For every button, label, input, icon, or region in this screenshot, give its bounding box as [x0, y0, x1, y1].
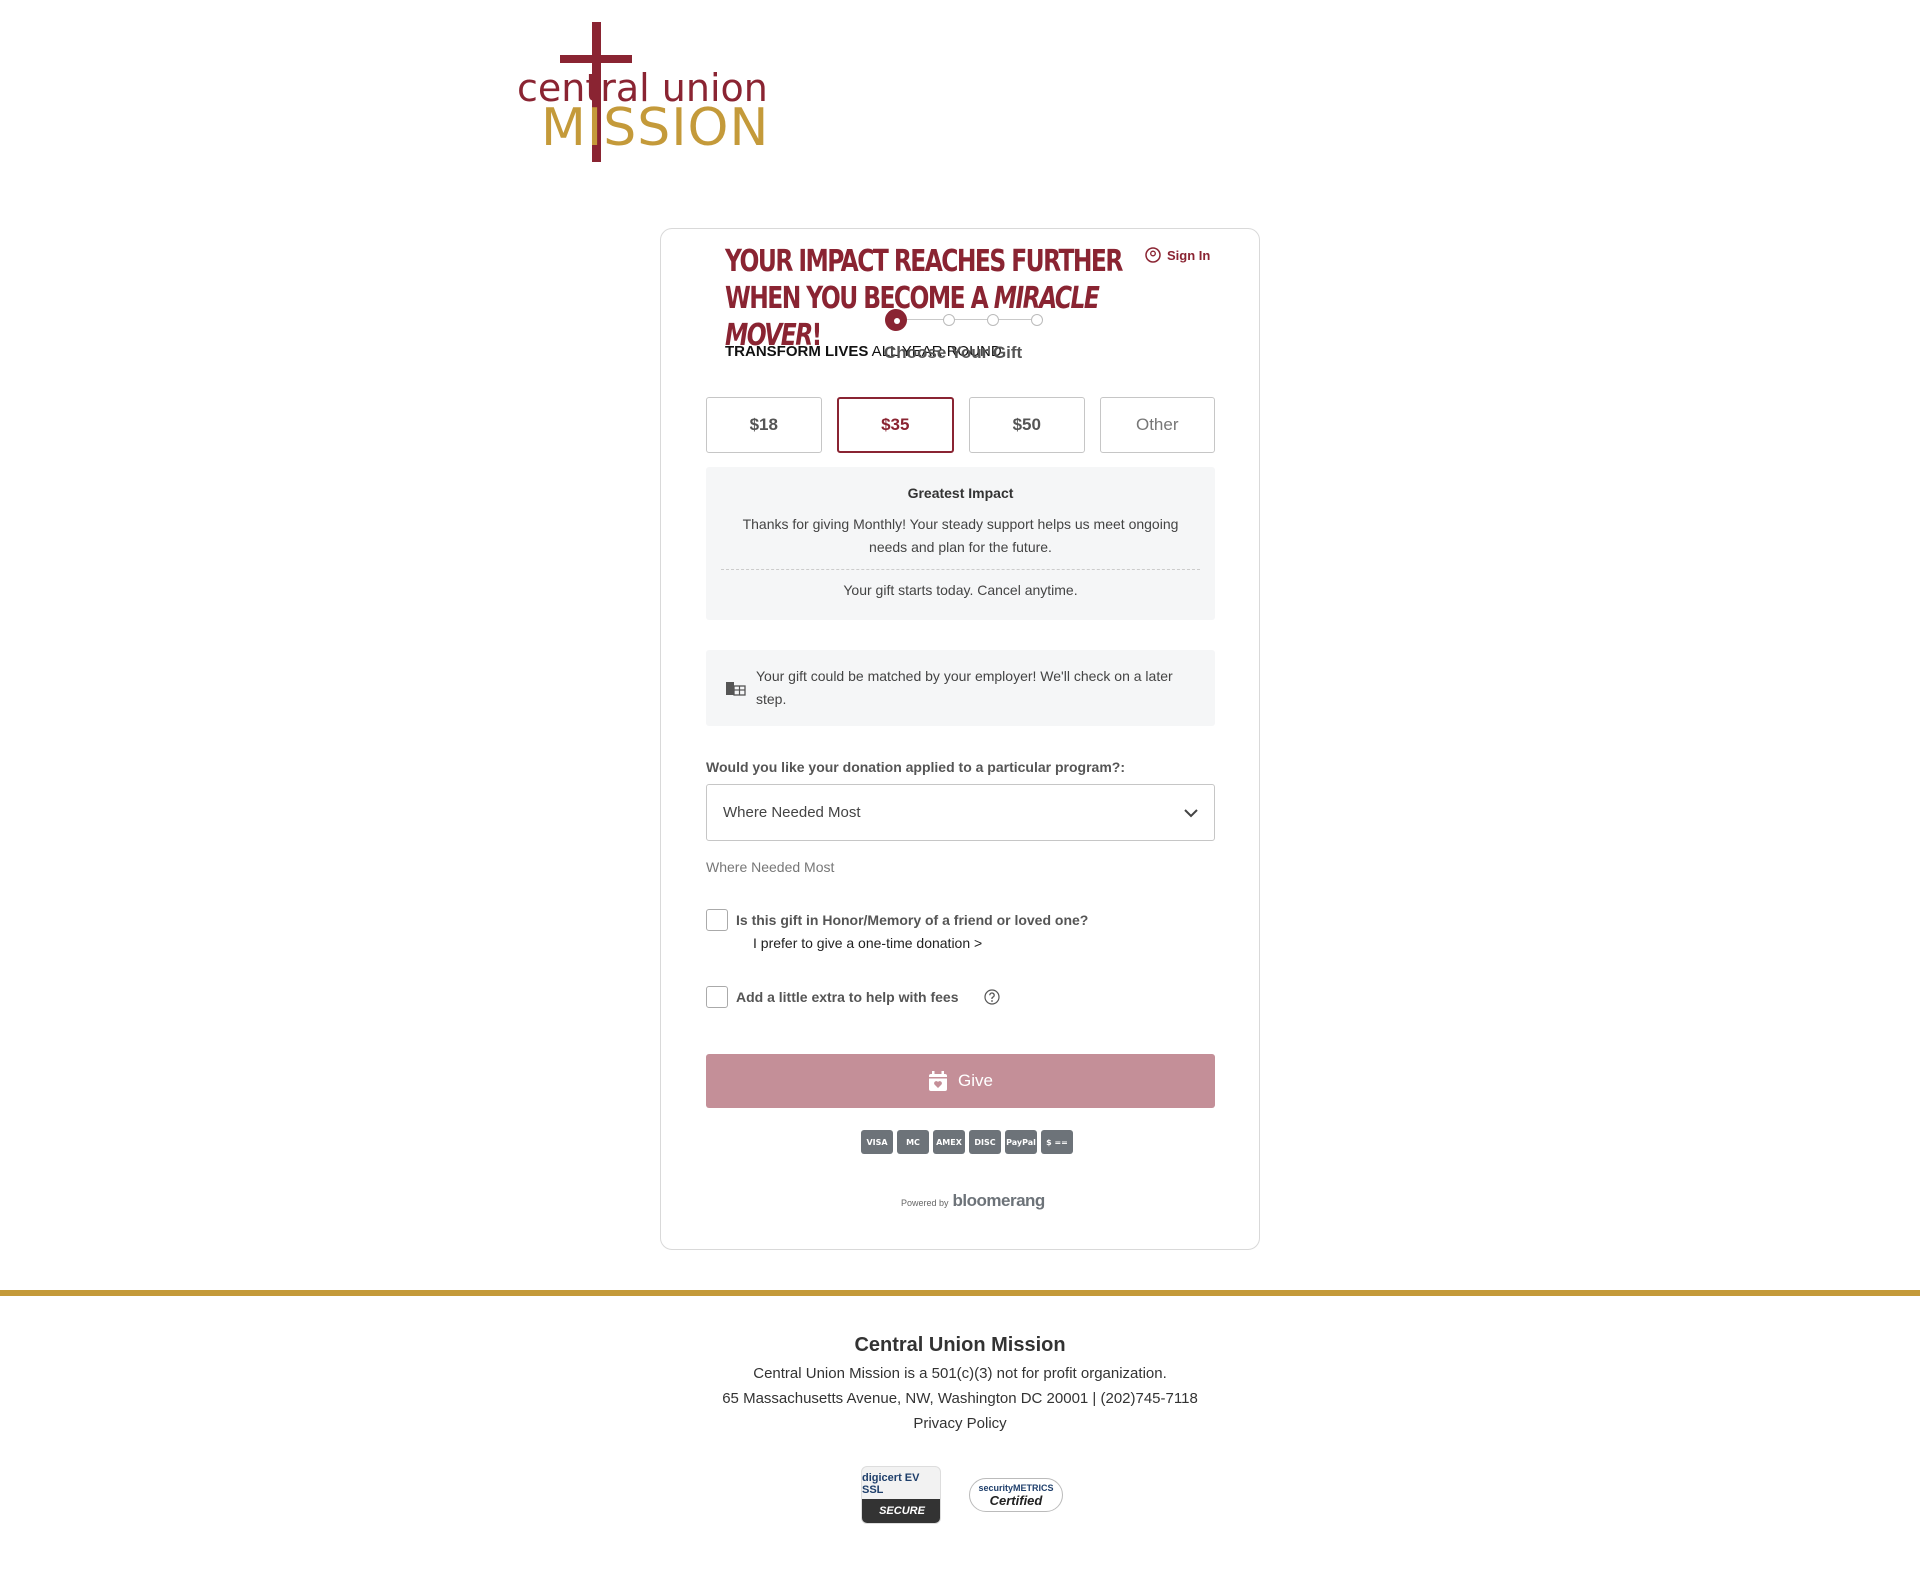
one-time-donation-link[interactable]: I prefer to give a one-time donation >	[753, 935, 982, 951]
step-2-dot	[943, 314, 955, 326]
amount-18-button[interactable]: $18	[706, 397, 822, 453]
impact-title: Greatest Impact	[907, 485, 1014, 501]
powered-by-label: Powered by	[901, 1198, 949, 1208]
employer-match-notice: Your gift could be matched by your emplo…	[706, 650, 1215, 726]
chevron-down-icon	[1184, 808, 1198, 817]
form-headline: YOUR IMPACT REACHES FURTHER WHEN YOU BEC…	[725, 244, 1123, 353]
calendar-heart-icon	[929, 1070, 948, 1091]
fees-row: Add a little extra to help with fees	[706, 986, 1001, 1008]
match-text: Your gift could be matched by your emplo…	[756, 668, 1173, 707]
footer-org-name: Central Union Mission	[854, 1334, 1066, 1356]
step-indicator	[885, 309, 1043, 331]
paypal-icon: PayPal	[1005, 1130, 1037, 1154]
mastercard-icon: MC	[897, 1130, 929, 1154]
honor-memory-row: Is this gift in Honor/Memory of a friend…	[706, 909, 1088, 931]
footer: Central Union Mission Central Union Miss…	[0, 1334, 1920, 1432]
honor-memory-label[interactable]: Is this gift in Honor/Memory of a friend…	[736, 912, 1088, 928]
amount-50-button[interactable]: $50	[969, 397, 1085, 453]
privacy-policy-link[interactable]: Privacy Policy	[0, 1415, 1920, 1432]
amex-icon: AMEX	[933, 1130, 965, 1154]
footer-divider	[0, 1290, 1920, 1296]
amount-35-button[interactable]: $35	[836, 397, 954, 453]
bank-icon: $ ==	[1041, 1130, 1073, 1154]
impact-note: Your gift starts today. Cancel anytime.	[843, 582, 1078, 598]
help-icon[interactable]	[984, 989, 1001, 1005]
building-gift-icon	[726, 682, 746, 696]
securitymetrics-badge-bottom: Certified	[989, 1492, 1043, 1508]
step-title: Choose Your Gift	[884, 343, 1023, 362]
donation-form-card: YOUR IMPACT REACHES FURTHER WHEN YOU BEC…	[660, 228, 1260, 1250]
fees-checkbox[interactable]	[706, 986, 728, 1008]
footer-tax-status: Central Union Mission is a 501(c)(3) not…	[753, 1365, 1167, 1382]
securitymetrics-badge-top: securityMETRICS	[978, 1482, 1054, 1493]
honor-memory-checkbox[interactable]	[706, 909, 728, 931]
step-3-dot	[987, 314, 999, 326]
impact-description: Thanks for giving Monthly! Your steady s…	[742, 516, 1179, 555]
digicert-badge[interactable]: digicert EV SSL SECURE	[861, 1466, 941, 1524]
securitymetrics-badge[interactable]: securityMETRICS Certified	[969, 1478, 1063, 1512]
step-4-dot	[1031, 314, 1043, 326]
digicert-badge-top: digicert EV SSL	[862, 1472, 920, 1496]
program-value-text: Where Needed Most	[706, 859, 835, 875]
fees-label[interactable]: Add a little extra to help with fees	[736, 989, 958, 1005]
give-button[interactable]: Give	[706, 1054, 1215, 1108]
powered-by-bloomerang[interactable]: Powered by bloomerang	[901, 1191, 1045, 1211]
impact-divider	[721, 569, 1200, 570]
step-1-dot	[885, 309, 907, 331]
user-icon	[1145, 247, 1161, 263]
digicert-badge-bottom: SECURE	[862, 1499, 940, 1523]
other-amount-input[interactable]: Other	[1099, 397, 1215, 453]
visa-icon: VISA	[861, 1130, 893, 1154]
program-label: Would you like your donation applied to …	[706, 759, 1125, 775]
give-label: Give	[958, 1071, 993, 1090]
footer-address: 65 Massachusetts Avenue, NW, Washington …	[722, 1390, 1198, 1407]
sign-in-link[interactable]: Sign In	[1145, 247, 1210, 263]
payment-methods: VISA MC AMEX DISC PayPal $ ==	[861, 1130, 1073, 1154]
security-badges: digicert EV SSL SECURE securityMETRICS C…	[861, 1466, 1063, 1524]
discover-icon: DISC	[969, 1130, 1001, 1154]
logo-text-mission: MISSION	[541, 98, 770, 158]
impact-panel: Greatest Impact Thanks for giving Monthl…	[706, 467, 1215, 620]
step-line	[895, 319, 1031, 320]
sign-in-label: Sign In	[1167, 247, 1211, 263]
site-logo[interactable]: central union MISSION	[514, 22, 768, 164]
program-select[interactable]: Where Needed Most	[706, 784, 1215, 841]
program-selected-value: Where Needed Most	[723, 804, 861, 821]
amount-options: $18 $35 $50 Other	[706, 397, 1215, 453]
bloomerang-logo: bloomerang	[952, 1191, 1046, 1210]
